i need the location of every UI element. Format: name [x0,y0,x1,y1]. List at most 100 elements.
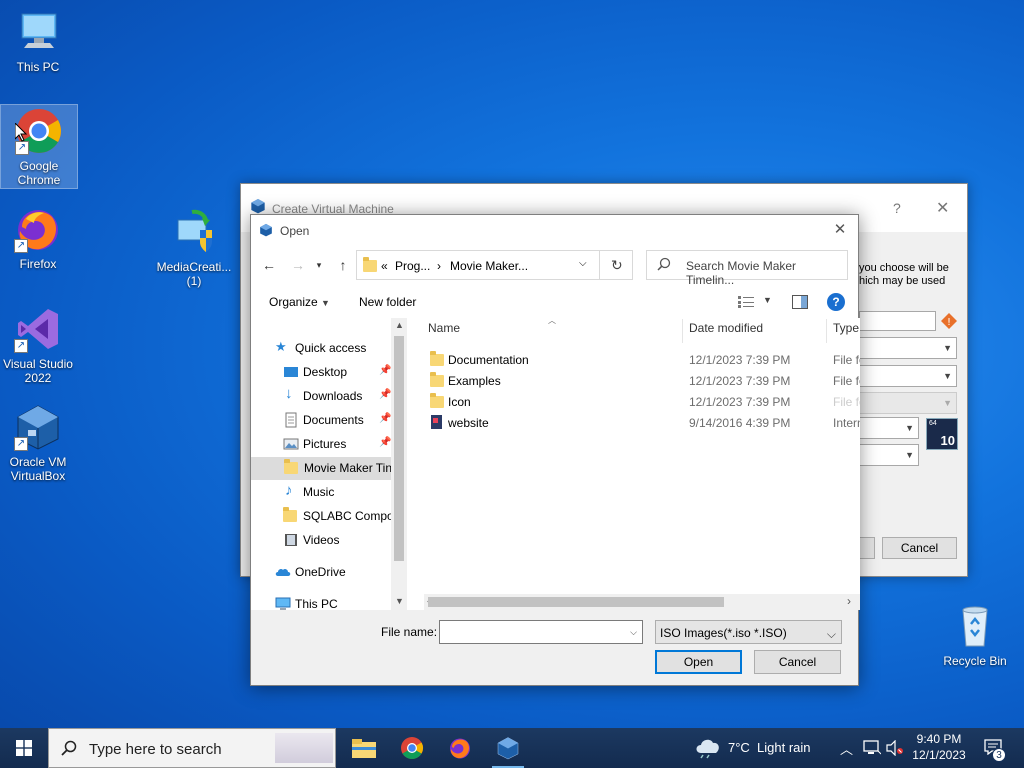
desktop-icon-media-creation-tool[interactable]: MediaCreati... (1) [156,208,232,288]
list-view-icon [738,296,754,311]
sidebar-item-label: Music [303,485,335,499]
chevron-down-icon[interactable]: ⌵ [630,627,637,638]
firefox-icon: ↗ [14,205,62,253]
sidebar-item-label: Videos [303,533,340,547]
desktop-icon-firefox[interactable]: ↗ Firefox [0,205,76,271]
weather-text: 7°C Light rain [728,740,811,755]
file-row-documentation[interactable]: Documentation 12/1/2023 7:39 PM File fo [424,349,860,370]
cancel-button[interactable]: Cancel [882,537,957,559]
visual-studio-icon: ↗ [14,305,62,353]
breadcrumb-programs[interactable]: Prog... [395,259,430,273]
start-button[interactable] [0,728,48,768]
open-button[interactable]: Open [655,650,742,674]
scrollbar-thumb[interactable] [394,336,404,561]
file-name-input[interactable]: ⌵ [439,620,643,644]
taskbar-chrome[interactable] [388,728,436,768]
taskbar-search-box[interactable]: Type here to search [48,728,336,768]
file-row-website[interactable]: website 9/14/2016 4:39 PM Intern [424,412,860,433]
mouse-cursor-icon [14,121,28,145]
folder-icon [430,393,444,408]
help-button[interactable]: ? [827,293,845,311]
iso-image-select[interactable]: ▼ [859,365,957,387]
notification-center-button[interactable]: 3 [980,736,1010,762]
forward-button[interactable]: → [287,254,309,276]
divider [599,251,600,279]
virtualbox-icon [496,736,520,763]
pin-icon: 📌 [379,413,392,424]
navigation-pane-scrollbar[interactable]: ▲ ▼ [391,318,407,610]
recent-locations-button[interactable]: ▾ [312,254,326,276]
organize-button[interactable]: Organize ▼ [269,295,330,309]
file-row-examples[interactable]: Examples 12/1/2023 7:39 PM File fo [424,370,860,391]
back-button[interactable]: ← [258,254,280,276]
new-folder-button[interactable]: New folder [359,295,416,309]
desktop-icon-label: MediaCreati... (1) [156,260,232,288]
column-header-type[interactable]: Type [833,321,859,341]
breadcrumb-separator: › [437,259,441,273]
chevron-down-icon: ▼ [321,298,330,308]
taskbar-file-explorer[interactable] [340,728,388,768]
sidebar-item-label: Downloads [303,389,363,403]
desktop-icon-recycle-bin[interactable]: Recycle Bin [937,602,1013,668]
preview-pane-button[interactable] [792,295,808,312]
column-header-date-modified[interactable]: Date modified [689,321,763,341]
cancel-button[interactable]: Cancel [754,650,841,674]
clock-date: 12/1/2023 [912,748,966,762]
search-input[interactable]: Search Movie Maker Timelin... [686,259,847,287]
description-line: hich may be used [859,275,946,287]
next-button[interactable] [859,537,875,559]
help-button[interactable]: ? [893,200,901,216]
column-header-name[interactable]: Name [428,321,460,341]
breadcrumb-movie-maker[interactable]: Movie Maker... [450,259,528,273]
desktop-folder-icon [283,364,299,380]
desktop-icon-visual-studio[interactable]: ↗ Visual Studio 2022 [0,305,76,385]
warning-icon: ! [941,313,957,329]
sort-up-icon: ︿ [548,316,556,325]
desktop-icon-google-chrome[interactable]: ↗ Google Chrome [0,104,78,189]
arrow-right-icon: → [291,257,305,273]
taskbar-virtualbox[interactable] [484,728,532,768]
file-type-select[interactable]: ISO Images(*.iso *.ISO) ⌵ [655,620,842,644]
weather-widget[interactable]: 7°C Light rain [692,728,824,768]
scrollbar-thumb[interactable] [428,597,724,607]
pin-icon: 📌 [379,389,392,400]
taskbar: Type here to search 7°C Light rain ︿ 9:4 [0,728,1024,768]
name-field[interactable] [859,311,936,331]
file-list-horizontal-scrollbar[interactable]: ‹ › [424,594,860,610]
file-name: Examples [448,374,501,388]
chevron-down-icon[interactable]: ⌵ [579,258,587,269]
desktop-icon-label: Google Chrome [17,159,61,187]
version-select[interactable]: ▼ [859,444,919,466]
taskbar-firefox[interactable] [436,728,484,768]
type-select[interactable]: ▼ [859,417,919,439]
desktop-icon-this-pc[interactable]: This PC [0,8,76,74]
sidebar-item-label: Desktop [303,365,348,379]
refresh-icon[interactable]: ↻ [611,257,623,274]
dialog-titlebar: Open ✕ [251,215,858,247]
sidebar-item-label: Quick access [295,341,367,355]
sidebar-item-movie-maker[interactable]: Movie Maker Tin [251,457,391,480]
dialog-title: Open [280,224,310,238]
search-box[interactable]: Search Movie Maker Timelin... [646,250,848,287]
sidebar-item-sqlabc[interactable]: SQLABC Compo [283,505,391,528]
arrow-up-icon: ↑ [339,257,347,273]
chevron-down-icon: ▾ [316,260,322,270]
clock[interactable]: 9:40 PM 12/1/2023 [906,731,972,763]
change-view-button[interactable]: ▼ [736,294,772,310]
clock-time: 9:40 PM [916,732,962,746]
close-button[interactable]: ✕ [830,220,850,240]
address-bar[interactable]: « Prog... › Movie Maker... ⌵ ↻ [356,250,633,280]
chevron-up-icon[interactable]: ︿ [840,739,853,758]
shortcut-arrow-icon: ↗ [14,239,28,253]
volume-muted-icon[interactable] [886,739,904,759]
sidebar-item-label: Pictures [303,437,347,451]
desktop-icon-virtualbox[interactable]: ↗ Oracle VM VirtualBox [0,403,76,483]
network-icon[interactable] [863,740,882,759]
file-row-icon[interactable]: Icon 12/1/2023 7:39 PM File fo [424,391,860,412]
folder-select[interactable]: ▼ [859,337,957,359]
up-button[interactable]: ↑ [332,254,354,276]
file-type: File fo [833,374,860,388]
close-button[interactable]: ✕ [936,198,949,218]
os-version-label: 10 [940,433,955,448]
edition-select[interactable]: ▼ [859,392,957,414]
